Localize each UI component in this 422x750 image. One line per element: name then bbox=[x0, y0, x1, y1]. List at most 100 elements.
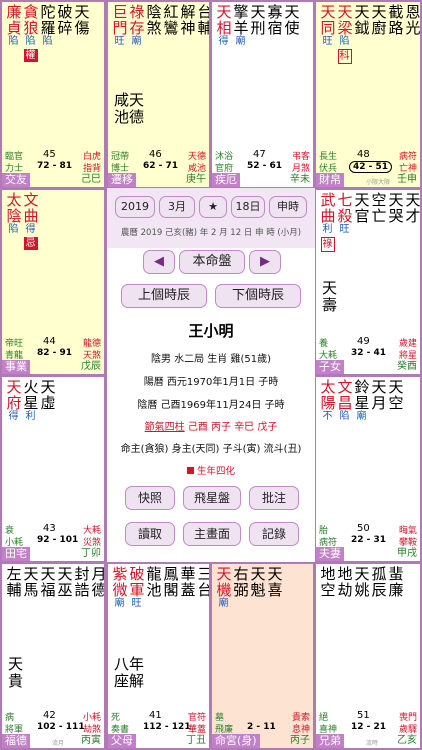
star-name: 截 bbox=[388, 3, 403, 21]
palace-jiaoyou[interactable]: 廉貞陷貪狼陷權陀羅陷破碎天傷臨官 45 白虎 力士 72 - 81 指背 交友 己巳 bbox=[2, 2, 104, 187]
star-name: 右 bbox=[233, 565, 248, 583]
palace-name-tab[interactable]: 命宮(身) bbox=[212, 734, 260, 748]
annotate-button[interactable]: 批注 bbox=[249, 486, 299, 510]
star-name-2: 才 bbox=[405, 207, 420, 225]
next-hour-button[interactable]: 下個時辰 bbox=[215, 284, 301, 308]
age-range: 112 - 121 bbox=[143, 722, 191, 732]
star-column: 天才 bbox=[404, 192, 420, 252]
brightness-label: 陷 bbox=[339, 36, 350, 47]
age-number: 50 bbox=[357, 523, 370, 534]
palace-qianyi[interactable]: 巨門旺祿存廟陰煞紅鸞解神台輔咸天 池德 冠帶 46 天德 博士 62 - 71 咸池 遷移 庚午 bbox=[108, 2, 209, 187]
star-name-2: 宿 bbox=[267, 19, 282, 37]
four-pillars-label[interactable]: 節氣四柱 bbox=[145, 422, 185, 433]
star-column: 三台 bbox=[196, 566, 209, 610]
age-range: 92 - 101 bbox=[37, 535, 79, 545]
info-row-mid: 伏兵 42 - 51 亡神 bbox=[319, 161, 417, 174]
star-name-2: 馬 bbox=[23, 581, 38, 599]
palace-cai[interactable]: 天同旺天梁陷科天鉞天廚截路恩光長生 48 病符 伏兵 42 - 51 亡神 財帛 小限大限 壬申 bbox=[316, 2, 420, 187]
star-name-2: 池 bbox=[146, 581, 161, 599]
lunar-birth-date: 陰曆 己酉1969年11月24日 子時 bbox=[137, 400, 285, 411]
star-toggle[interactable]: ★ bbox=[199, 196, 227, 218]
palace-name-tab[interactable]: 夫妻 bbox=[316, 547, 344, 561]
palace-name-tab[interactable]: 事業 bbox=[2, 360, 30, 374]
minor-stars: 天壽 bbox=[322, 280, 337, 314]
ganzhi-label: 辛未 bbox=[290, 174, 310, 185]
palace-jie[interactable]: 天相得擎羊廟天刑寡宿天使沐浴 47 弔客 官府 52 - 61 月煞 疾厄 辛未 bbox=[212, 2, 313, 187]
star-name-2: 機 bbox=[216, 581, 231, 599]
palace-name-tab[interactable]: 福德 bbox=[2, 734, 30, 748]
star-name: 封 bbox=[74, 565, 89, 583]
star-name: 貪 bbox=[23, 3, 38, 21]
month-select[interactable]: 3月 bbox=[159, 196, 195, 218]
palace-shiye[interactable]: 太陰陷文曲得忌帝旺 44 龍德 青龍 82 - 91 天煞 事業 戊辰 bbox=[2, 190, 104, 374]
star-name: 天 bbox=[405, 191, 420, 209]
minor-star-line: 貴 bbox=[8, 672, 24, 690]
star-column: 天姚 bbox=[353, 566, 370, 598]
star-name: 天 bbox=[337, 3, 352, 21]
star-name: 地 bbox=[337, 565, 352, 583]
brightness-label: 利 bbox=[25, 411, 36, 422]
palace-name-tab[interactable]: 子女 bbox=[316, 360, 344, 374]
day-select[interactable]: 18日 bbox=[231, 196, 265, 218]
brightness-label: 旺 bbox=[339, 224, 350, 235]
star-column: 太陰陷 bbox=[5, 192, 22, 250]
star-name-2: 陽 bbox=[320, 394, 335, 412]
star-name-2: 曲 bbox=[23, 207, 38, 225]
brightness-label: 陷 bbox=[8, 36, 19, 47]
palace-name-tab[interactable]: 田宅 bbox=[2, 547, 30, 561]
hour-select[interactable]: 申時 bbox=[269, 196, 307, 218]
prev-hour-button[interactable]: 上個時辰 bbox=[121, 284, 207, 308]
star-name: 華 bbox=[180, 565, 195, 583]
palace-name-tab[interactable]: 遷移 bbox=[108, 173, 136, 187]
star-name: 文 bbox=[337, 378, 352, 396]
star-name-2: 巫 bbox=[57, 581, 72, 599]
star-name-2: 誥 bbox=[74, 581, 89, 599]
palace-fuqi[interactable]: 太陽不文昌陷鈴星廟天月天空胎 50 晦氣 病符 22 - 31 攀鞍 夫妻 甲戌 bbox=[316, 377, 420, 561]
palace-tianzhai[interactable]: 天府得火星利天虛衰 43 大耗 小耗 92 - 101 災煞 田宅 丁卯 bbox=[2, 377, 104, 561]
palace-name-tab[interactable]: 財帛 bbox=[316, 173, 344, 187]
star-name-2: 相 bbox=[216, 19, 231, 37]
star-name-2: 羊 bbox=[233, 19, 248, 37]
age-number: 43 bbox=[43, 523, 56, 534]
star-name: 武 bbox=[320, 191, 335, 209]
star-name: 巨 bbox=[112, 3, 127, 21]
prev-arrow-button[interactable]: ◀ bbox=[143, 250, 175, 274]
star-name-2: 梁 bbox=[337, 19, 352, 37]
next-arrow-button[interactable]: ▶ bbox=[249, 250, 281, 274]
brightness-label: 旺 bbox=[131, 598, 142, 609]
snapshot-button[interactable]: 快照 bbox=[125, 486, 175, 510]
palace-name-tab[interactable]: 疾厄 bbox=[212, 173, 240, 187]
palace-fumu[interactable]: 紫微廟破軍旺龍池鳳閣華蓋三台八年 座解死 41 官符 奏書 112 - 121 華蓋 父母 丁丑 bbox=[108, 564, 209, 748]
palace-xiongdi[interactable]: 地空地劫天姚孤辰蜚廉絕 51 喪門 喜神 12 - 21 歲驛 兄弟 流時 乙亥 bbox=[316, 564, 420, 748]
palace-zinv[interactable]: 武曲利祿七殺旺天官空亡天哭天才天壽養 49 歲建 大耗 32 - 41 將星 子女 癸酉 bbox=[316, 190, 420, 374]
star-name: 祿 bbox=[129, 3, 144, 21]
star-list: 地空地劫天姚孤辰蜚廉 bbox=[319, 566, 404, 598]
palace-name-tab[interactable]: 兄弟 bbox=[316, 734, 344, 748]
star-column: 破軍旺 bbox=[128, 566, 145, 610]
sihua-label: 生年四化 bbox=[196, 466, 235, 477]
star-name-2: 鸞 bbox=[163, 19, 178, 37]
star-column: 火星利 bbox=[22, 379, 39, 423]
star-name: 擎 bbox=[233, 3, 248, 21]
star-column: 天機廟 bbox=[215, 566, 232, 610]
star-name-2: 殺 bbox=[337, 207, 352, 225]
star-name: 空 bbox=[371, 191, 386, 209]
palace-fude[interactable]: 左輔天馬天福天巫封誥月德天貴病 42 小耗 將軍 102 - 111 劫煞 福德 流月 丙寅 bbox=[2, 564, 104, 748]
star-name-2: 廚 bbox=[371, 19, 386, 37]
record-button[interactable]: 記錄 bbox=[249, 522, 299, 546]
load-button[interactable]: 讀取 bbox=[125, 522, 175, 546]
brightness-label: 陷 bbox=[339, 411, 350, 422]
year-select[interactable]: 2019 bbox=[115, 196, 155, 218]
solar-date: 陽曆 西元1970年1月1日 子時 bbox=[143, 377, 279, 388]
palace-name-tab[interactable]: 交友 bbox=[2, 173, 30, 187]
star-column: 月德 bbox=[90, 566, 104, 598]
chart-type-button[interactable]: 本命盤 bbox=[179, 250, 245, 274]
ganzhi-label: 丁卯 bbox=[81, 548, 101, 559]
palace-ming[interactable]: 天機廟右弼天魁天喜墓貴索 飛廉 2 - 11 息神 命宮(身) 丙子 bbox=[212, 564, 313, 748]
flying-star-button[interactable]: 飛星盤 bbox=[183, 486, 241, 510]
palace-name-tab[interactable]: 父母 bbox=[108, 734, 136, 748]
star-name-2: 傷 bbox=[74, 19, 89, 37]
brightness-label: 得 bbox=[25, 224, 36, 235]
star-list: 太陰陷文曲得忌 bbox=[5, 192, 39, 250]
main-screen-button[interactable]: 主畫面 bbox=[183, 522, 241, 546]
